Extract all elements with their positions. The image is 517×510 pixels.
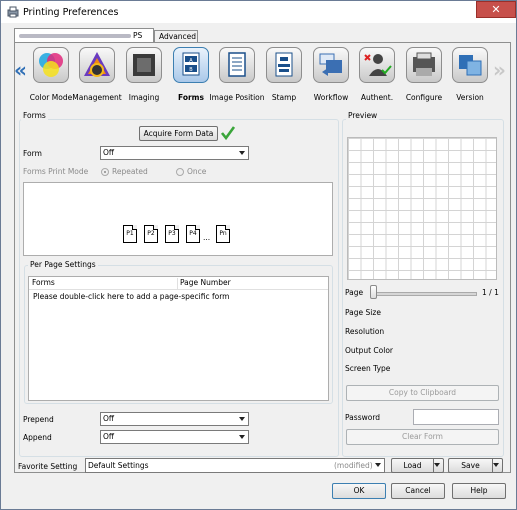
password-label: Password (345, 413, 381, 422)
column-header-page-number[interactable]: Page Number (180, 278, 231, 287)
category-ribbon: « » Color Mode Management Imaging A B Fo… (14, 43, 510, 105)
append-select[interactable]: Off (100, 430, 249, 444)
append-select-value: Off (103, 432, 115, 441)
category-label: Version (456, 93, 484, 102)
page-icon-p1: P1 (123, 225, 137, 243)
page-slider-track[interactable] (373, 292, 477, 296)
page-icon-p4: P4 (186, 225, 200, 243)
cancel-button[interactable]: Cancel (391, 483, 445, 499)
page-size-label: Page Size (345, 308, 381, 317)
forms-icon: AB (173, 47, 209, 83)
title-bar: Printing Preferences ✕ (1, 1, 516, 23)
svg-text:B: B (189, 67, 193, 73)
workflow-icon (313, 47, 349, 83)
save-button[interactable]: Save (449, 459, 492, 472)
close-button[interactable]: ✕ (476, 1, 516, 18)
preview-canvas (347, 137, 497, 280)
tab-main[interactable]: PS (14, 28, 154, 42)
page-icon-p2: P2 (144, 225, 158, 243)
page-icon-p3: P3 (165, 225, 179, 243)
once-label: Once (187, 167, 207, 176)
imaging-icon (126, 47, 162, 83)
repeated-radio[interactable] (101, 168, 109, 176)
version-icon (452, 47, 488, 83)
output-color-label: Output Color (345, 346, 394, 355)
configure-icon (406, 47, 442, 83)
clear-form-button[interactable]: Clear Form (346, 429, 499, 445)
forms-print-mode-label: Forms Print Mode (23, 167, 89, 176)
ok-button[interactable]: OK (332, 483, 386, 499)
list-item[interactable]: Please double-click here to add a page-s… (33, 292, 229, 301)
chevron-down-icon (375, 463, 381, 467)
printing-preferences-window: Printing Preferences ✕ PS Advanced « » C… (0, 0, 517, 510)
screen-type-label: Screen Type (345, 364, 391, 373)
authentication-icon (359, 47, 395, 83)
password-field[interactable] (413, 409, 499, 425)
window-title: Printing Preferences (23, 7, 119, 18)
chevron-down-icon (239, 417, 245, 421)
category-version[interactable]: Version (444, 47, 496, 103)
form-select[interactable]: Off (100, 146, 249, 160)
preview-title: Preview (346, 111, 380, 120)
page-slider-thumb[interactable] (370, 285, 377, 299)
favorite-setting-select[interactable]: Default Settings (modified) (85, 458, 385, 473)
repeated-label: Repeated (112, 167, 148, 176)
forms-preview-box (23, 182, 333, 256)
favorite-setting-label: Favorite Setting (18, 462, 78, 471)
copy-to-clipboard-button[interactable]: Copy to Clipboard (346, 385, 499, 401)
stamp-icon (266, 47, 302, 83)
tab-advanced[interactable]: Advanced (154, 30, 198, 42)
form-select-value: Off (103, 148, 115, 157)
page-icon-pn: Pn (216, 225, 230, 243)
column-divider (177, 278, 178, 289)
help-button[interactable]: Help (452, 483, 506, 499)
prepend-select-value: Off (103, 414, 115, 423)
acquire-form-data-button[interactable]: Acquire Form Data (139, 126, 218, 141)
modified-status: (modified) (334, 461, 373, 470)
forms-group-title: Forms (21, 111, 48, 120)
chevron-down-icon (239, 435, 245, 439)
checkmark-icon (220, 126, 236, 141)
tab-main-label: PS (133, 31, 143, 40)
chevron-down-icon[interactable] (493, 463, 499, 467)
once-radio[interactable] (176, 168, 184, 176)
color-mode-icon (33, 47, 69, 83)
management-icon (79, 47, 115, 83)
save-split-button[interactable]: Save (448, 458, 503, 473)
resolution-label: Resolution (345, 327, 385, 336)
load-split-button[interactable]: Load (391, 458, 444, 473)
chevron-down-icon (239, 151, 245, 155)
chevron-down-icon[interactable] (434, 463, 440, 467)
per-page-list-header (29, 277, 328, 290)
column-header-forms[interactable]: Forms (32, 278, 55, 287)
favorite-setting-value: Default Settings (88, 461, 149, 470)
page-ellipsis: ... (203, 233, 211, 242)
prepend-label: Prepend (23, 415, 54, 424)
redacted-printer-name (19, 34, 131, 38)
page-counter: 1 / 1 (482, 288, 499, 297)
append-label: Append (23, 433, 52, 442)
svg-text:A: A (189, 58, 193, 64)
load-button[interactable]: Load (392, 459, 433, 472)
form-label: Form (23, 149, 42, 158)
page-label: Page (345, 288, 364, 297)
per-page-settings-title: Per Page Settings (28, 260, 98, 269)
image-position-icon (219, 47, 255, 83)
prepend-select[interactable]: Off (100, 412, 249, 426)
printer-icon (7, 6, 19, 18)
